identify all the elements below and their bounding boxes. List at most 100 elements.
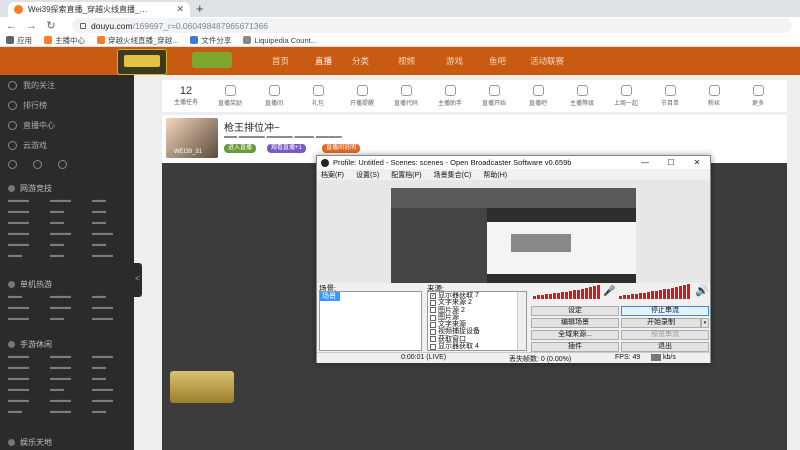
game-icon[interactable]	[33, 160, 42, 169]
nav-video[interactable]: 视频	[398, 55, 415, 67]
checkbox[interactable]	[430, 299, 436, 306]
icon-level[interactable]: 主播等级	[564, 85, 600, 107]
speaker-icon[interactable]: 🔊	[695, 284, 709, 297]
source-scrollbar[interactable]	[517, 292, 526, 350]
icon-room[interactable]: 直播间	[256, 85, 292, 107]
event-logo[interactable]	[117, 49, 167, 75]
status-badge[interactable]: 进入直播	[224, 144, 257, 153]
settings-button[interactable]: 设定	[531, 306, 619, 316]
category-link[interactable]: ▬▬▬	[50, 197, 92, 204]
category-link[interactable]: ▬▬▬	[92, 230, 128, 237]
category-link[interactable]: ▬▬	[8, 252, 50, 259]
bookmark-liquipedia[interactable]: Liquipedia Count...	[243, 36, 317, 45]
source-item[interactable]: 显示器获取 4	[428, 343, 526, 350]
checkbox[interactable]	[430, 329, 436, 336]
category-link[interactable]: ▬▬▬	[92, 315, 128, 322]
category-link[interactable]: ▬▬	[8, 408, 50, 415]
promo-thumbnail[interactable]	[170, 371, 234, 403]
icon-bar[interactable]: 直播吧	[520, 85, 556, 107]
diamond-icon[interactable]	[8, 160, 17, 169]
category-link[interactable]: ▬▬	[50, 241, 92, 248]
bookmark-cf-live[interactable]: 穿越火线直播_穿越...	[97, 35, 178, 46]
icon-code[interactable]: 直播代码	[388, 85, 424, 107]
icon-more[interactable]: 更多	[740, 85, 776, 107]
stop-stream-button[interactable]: 停止串流	[621, 306, 709, 316]
site-logo[interactable]	[192, 52, 232, 68]
category-link[interactable]: ▬▬▬	[92, 353, 128, 360]
start-record-button[interactable]: 开始录制	[621, 318, 701, 328]
bookmark-file-share[interactable]: 文件分享	[190, 35, 231, 46]
category-link[interactable]: ▬▬	[92, 208, 128, 215]
icon-lastweek[interactable]: 上周一起	[608, 85, 644, 107]
sidebar-collapse-tab[interactable]	[134, 263, 142, 297]
category-link[interactable]: ▬▬▬	[8, 208, 50, 215]
icon-helper[interactable]: 主播助手	[432, 85, 468, 107]
category-link[interactable]: ▬▬▬	[8, 386, 50, 393]
plugins-button[interactable]: 插件	[531, 342, 619, 352]
category-link[interactable]: ▬▬	[92, 408, 128, 415]
checkbox[interactable]	[430, 307, 436, 314]
category-link[interactable]: ▬▬▬	[92, 252, 128, 259]
icon-pack[interactable]: 礼包	[300, 85, 336, 107]
status-badge[interactable]: 观看直播+1	[267, 144, 306, 153]
category-link[interactable]: ▬▬▬	[50, 364, 92, 371]
sidebar-item-rank[interactable]: 排行榜	[8, 100, 47, 111]
source-item[interactable]: 视频捕捉设备	[428, 328, 526, 335]
nav-live[interactable]: 直播	[315, 55, 332, 67]
category-link[interactable]: ▬▬	[92, 293, 128, 300]
nav-home[interactable]: 首页	[272, 55, 289, 67]
source-list[interactable]: ✓ 显示器获取 7 文字来源 2 图片源 2 图片源 文字来源 视频捕捉设备 获取…	[427, 291, 527, 351]
bookmark-apps[interactable]: 应用	[6, 35, 32, 46]
icon-remind[interactable]: 开播提醒	[344, 85, 380, 107]
category-link[interactable]: ▬▬▬	[50, 375, 92, 382]
sidebar-head-mobile[interactable]: 手游休闲	[8, 339, 52, 350]
nav-category[interactable]: 分类	[352, 55, 369, 67]
sidebar-head-entertainment[interactable]: 娱乐天地	[8, 437, 52, 448]
category-link[interactable]: ▬▬	[92, 219, 128, 226]
sidebar-head-online-games[interactable]: 网游竞技	[8, 183, 52, 194]
category-link[interactable]: ▬▬	[92, 197, 128, 204]
category-link[interactable]: ▬▬▬	[8, 304, 50, 311]
checkbox[interactable]: ✓	[430, 292, 436, 299]
global-sources-button[interactable]: 全域来源...	[531, 330, 619, 340]
record-dropdown-icon[interactable]: ▾	[701, 318, 709, 328]
category-link[interactable]: ▬▬▬	[8, 397, 50, 404]
nav-events[interactable]: 活动联赛	[530, 55, 564, 67]
category-link[interactable]: ▬▬▬	[50, 397, 92, 404]
icon-fans[interactable]: 粉丝	[696, 85, 732, 107]
category-link[interactable]: ▬▬▬	[8, 230, 50, 237]
close-icon[interactable]: ✕	[684, 158, 710, 167]
sidebar-head-single-games[interactable]: 单机热游	[8, 279, 52, 290]
category-link[interactable]: ▬▬	[50, 219, 92, 226]
status-badge[interactable]: 直播间说明	[322, 144, 361, 153]
icon-start[interactable]: 直播开始	[476, 85, 512, 107]
sidebar-item-follow[interactable]: 我的关注	[8, 80, 55, 91]
menu-scene-collection[interactable]: 场景集合(C)	[434, 170, 472, 180]
close-tab-icon[interactable]: ✕	[176, 4, 184, 15]
checkbox[interactable]	[430, 321, 436, 328]
category-link[interactable]: ▬▬	[92, 241, 128, 248]
source-item[interactable]: 文字来源 2	[428, 299, 526, 306]
checkbox[interactable]	[430, 336, 436, 343]
menu-help[interactable]: 帮助(H)	[483, 170, 507, 180]
reload-icon[interactable]: ↻	[46, 19, 56, 32]
edit-scene-button[interactable]: 编辑场景	[531, 318, 619, 328]
category-link[interactable]: ▬▬▬	[50, 353, 92, 360]
sidebar-item-cloudgame[interactable]: 云游戏	[8, 140, 47, 151]
nav-games[interactable]: 游戏	[446, 55, 463, 67]
new-tab-button[interactable]: +	[196, 1, 204, 16]
category-link[interactable]: ▬▬▬	[92, 397, 128, 404]
category-link[interactable]: ▬▬	[92, 364, 128, 371]
category-link[interactable]: ▬▬	[8, 293, 50, 300]
category-link[interactable]: ▬▬▬	[8, 197, 50, 204]
exit-button[interactable]: 退出	[621, 342, 709, 352]
preview-stream-button[interactable]: 预览串流	[621, 330, 709, 340]
category-link[interactable]: ▬▬	[92, 375, 128, 382]
category-link[interactable]: ▬▬	[50, 315, 92, 322]
category-link[interactable]: ▬▬▬	[50, 304, 92, 311]
category-link[interactable]: ▬▬▬	[8, 241, 50, 248]
nav-fishbar[interactable]: 鱼吧	[489, 55, 506, 67]
maximize-icon[interactable]: ☐	[658, 158, 684, 167]
menu-profiles[interactable]: 配置档(P)	[391, 170, 421, 180]
category-link[interactable]: ▬▬▬	[50, 408, 92, 415]
